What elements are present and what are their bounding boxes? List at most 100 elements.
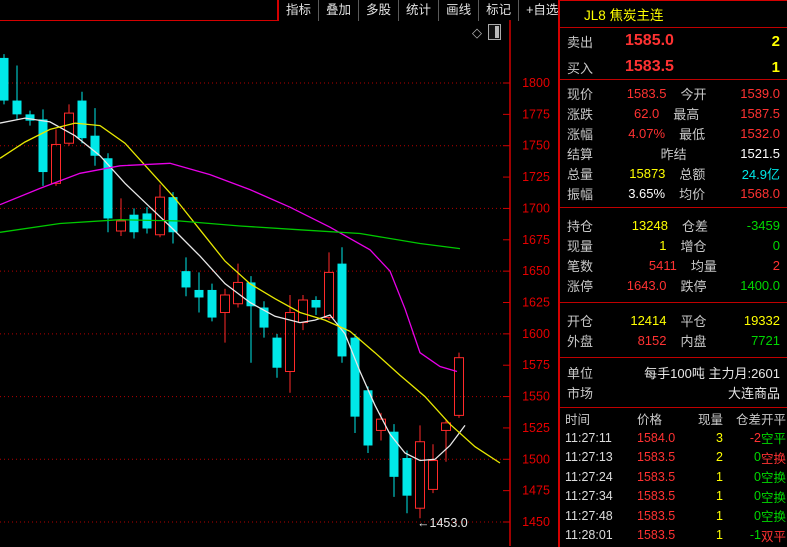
quote-row: 总量 15873 总额 24.9亿 (560, 163, 787, 183)
info-value: 每手100吨 主力月:2601 (644, 365, 780, 381)
info-row: 市场 大连商品 (560, 382, 787, 402)
candle-down (38, 119, 48, 173)
openclose-label: 平仓 (680, 313, 707, 329)
tick-oi-change: -1 (749, 528, 761, 543)
candle-down (181, 271, 191, 288)
tick-openclose: 空平 (761, 432, 787, 447)
tick-oi-change: 0 (754, 469, 761, 484)
ma-white (0, 117, 466, 462)
quote-label: 涨幅 (567, 126, 594, 142)
quote-row: 结算 昨结 1521.5 (560, 143, 787, 163)
ask-price: 1585.0 (625, 32, 674, 49)
y-axis-label: 1450 (522, 515, 550, 529)
openclose-value: 12414 (630, 312, 667, 328)
candle-down (363, 390, 373, 446)
quote-label: 总额 (679, 166, 706, 182)
position-row: 涨停 1643.0 跌停 1400.0 (560, 275, 787, 295)
quote-value: 1539.0 (740, 85, 780, 101)
tick-row: 11:27:24 1583.5 1 0 空换 (560, 467, 787, 487)
candle-down (337, 263, 347, 357)
candle-up (454, 357, 464, 416)
quote-row: 涨幅 4.07% 最低 1532.0 (560, 123, 787, 143)
info-label: 市场 (567, 385, 594, 401)
position-value: 2 (772, 257, 781, 273)
candle-up (116, 220, 126, 232)
candle-up (428, 460, 438, 490)
openclose-label: 外盘 (567, 333, 594, 349)
tick-volume: 1 (716, 469, 723, 484)
tick-oi-change: -2 (749, 430, 761, 445)
y-axis-label: 1550 (522, 390, 550, 404)
tick-volume: 3 (716, 430, 723, 445)
position-value: 13248 (631, 217, 668, 233)
position-value: 1 (659, 237, 667, 253)
openclose-value: 7721 (751, 332, 780, 348)
position-value: 0 (772, 237, 780, 253)
quote-value: 24.9亿 (741, 166, 780, 182)
tick-row: 11:27:48 1583.5 1 0 空换 (560, 506, 787, 526)
tick-oi-change: 0 (754, 489, 761, 504)
low-price-annotation: ←1453.0 (417, 516, 468, 530)
position-grid: 持仓 13248 仓差 -3459 现量 1 增仓 0 笔数 5411 均量 2 涨停 1643.0 跌停 1… (560, 208, 787, 303)
info-row: 单位 每手100吨 主力月:2601 (560, 362, 787, 382)
tick-volume: 2 (716, 450, 723, 465)
position-value: 5411 (648, 257, 677, 273)
tick-openclose: 空换 (761, 510, 787, 525)
bid-qty: 1 (771, 58, 780, 76)
tick-openclose: 空换 (761, 490, 787, 505)
quote-value: 1583.5 (626, 85, 667, 101)
y-axis-label: 1725 (522, 170, 550, 184)
tick-price: 1583.5 (637, 508, 676, 523)
position-label: 增仓 (680, 238, 707, 254)
tick-time: 11:27:11 (565, 430, 612, 445)
quote-label: 最低 (679, 126, 706, 142)
position-label: 笔数 (567, 258, 594, 274)
candle-up (51, 143, 61, 184)
tick-col-header: 时间 (565, 412, 591, 427)
quote-value: 62.0 (633, 105, 660, 121)
tick-oi-change: 0 (754, 508, 761, 523)
position-label: 现量 (567, 238, 594, 254)
quote-value: 1587.5 (740, 105, 781, 121)
info-value: 大连商品 (727, 385, 780, 401)
quote-label: 结算 (567, 146, 594, 162)
candle-down (194, 289, 204, 298)
candle-down (77, 100, 87, 139)
tick-volume: 1 (716, 528, 723, 543)
tick-time: 11:27:13 (565, 450, 613, 465)
tick-table: 时间 价格 现量 仓差 开平 11:27:11 1584.0 3 -2 空平 11:27:13 158… (560, 408, 787, 547)
tick-price: 1583.5 (637, 469, 676, 484)
quote-label: 振幅 (567, 186, 594, 202)
tick-volume: 1 (716, 508, 723, 523)
quote-label: 现价 (567, 86, 594, 102)
quote-value: 15873 (629, 165, 666, 181)
openclose-label: 内盘 (680, 333, 707, 349)
page-layout-icon[interactable] (488, 24, 501, 40)
y-axis-label: 1750 (522, 139, 550, 153)
position-label: 持仓 (567, 218, 594, 234)
tick-time: 11:27:24 (565, 469, 613, 484)
diamond-icon[interactable]: ◇ (472, 26, 482, 39)
quote-label: 总量 (567, 166, 594, 182)
kline-chart-area[interactable]: 1800 1775 1750 1725 1700 1675 1650 1625 1600 1575… (0, 0, 558, 546)
quote-value: 3.65% (628, 185, 666, 201)
position-label: 均量 (690, 258, 717, 274)
tick-price: 1583.5 (637, 489, 676, 504)
quote-panel: JL8 焦炭主连 卖出 1585.0 2 买入 1583.5 1 现价 1583.… (558, 0, 787, 547)
position-row: 现量 1 增仓 0 (560, 235, 787, 255)
y-axis-label: 1525 (522, 421, 550, 435)
bid-row: 买入 1583.5 1 (560, 54, 787, 79)
tick-row: 11:28:01 1583.5 1 -1 双平 (560, 526, 787, 546)
position-value: 1400.0 (740, 277, 780, 293)
candle-down (402, 458, 412, 496)
tick-oi-change: 0 (754, 450, 761, 465)
candle-down (0, 57, 9, 101)
quote-value: 1521.5 (740, 145, 781, 161)
openclose-label: 开仓 (567, 313, 594, 329)
kline-chart[interactable]: 1800 1775 1750 1725 1700 1675 1650 1625 1600 1575… (0, 0, 558, 546)
contract-info: 单位 每手100吨 主力月:2601 市场 大连商品 (560, 358, 787, 408)
candle-up (324, 271, 334, 319)
position-label: 跌停 (680, 278, 707, 294)
position-label: 涨停 (567, 278, 594, 294)
tick-time: 11:27:34 (565, 489, 613, 504)
